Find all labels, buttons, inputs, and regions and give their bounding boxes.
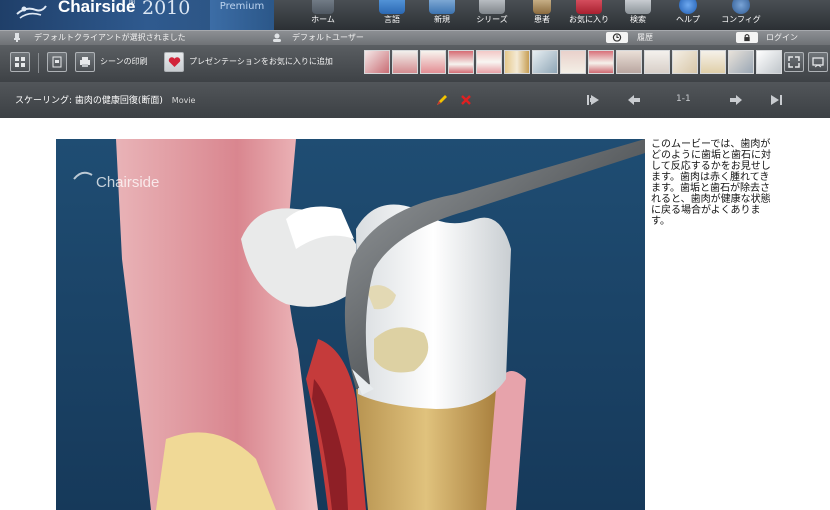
- language-icon: [379, 0, 405, 14]
- client-status: デフォルトクライアントが選択されました: [34, 33, 186, 42]
- nav-new-label: 新規: [434, 15, 450, 24]
- fit-view-icon: [15, 57, 25, 67]
- scene-type: Movie: [171, 96, 196, 105]
- presentation-icon: [812, 57, 824, 68]
- watermark-text: Chairside: [96, 174, 159, 191]
- status-bar: デフォルトクライアントが選択されました デフォルトユーザー 履歴 ログイン: [0, 30, 830, 45]
- scene-thumbnail[interactable]: [588, 50, 614, 74]
- nav-patient[interactable]: 患者: [520, 0, 564, 30]
- nav-search[interactable]: 検索: [616, 0, 660, 30]
- help-icon: [679, 0, 697, 14]
- login-label[interactable]: ログイン: [766, 31, 798, 45]
- previous-page-icon[interactable]: [626, 92, 642, 108]
- clock-icon: [612, 33, 622, 42]
- history-button[interactable]: [606, 32, 628, 43]
- scene-bar: スケーリング: 歯肉の健康回復(断面) Movie 1-1: [0, 82, 830, 118]
- user-icon: [273, 33, 281, 42]
- patient-icon: [533, 0, 551, 14]
- search-icon: [625, 0, 651, 14]
- next-page-icon[interactable]: [728, 92, 744, 108]
- nav-favorites-label: お気に入り: [569, 15, 609, 24]
- scene-thumbnail[interactable]: [616, 50, 642, 74]
- nav-patient-label: 患者: [534, 15, 550, 24]
- scene-thumbnail[interactable]: [392, 50, 418, 74]
- nav-config[interactable]: コンフィグ: [716, 0, 766, 30]
- delete-icon[interactable]: [458, 92, 474, 108]
- chairside-logo-icon: [16, 5, 47, 19]
- app-header: Chairside ® 2010 Premium ホーム 言語 新規 シリーズ …: [0, 0, 830, 30]
- nav-home-label: ホーム: [311, 15, 335, 24]
- first-page-icon[interactable]: [585, 92, 601, 108]
- nav-config-label: コンフィグ: [721, 15, 761, 24]
- scene-thumbnail[interactable]: [504, 50, 530, 74]
- print-scenes-button[interactable]: [75, 52, 95, 72]
- history-label[interactable]: 履歴: [637, 31, 653, 45]
- nav-help[interactable]: ヘルプ: [666, 0, 710, 30]
- login-button[interactable]: [736, 32, 758, 43]
- toolbar: シーンの印刷 プレゼンテーションをお気に入りに追加: [0, 45, 830, 82]
- home-icon: [312, 0, 334, 14]
- scene-content: Chairside このムービーでは、歯肉がどのように歯垢と歯石に対して反応する…: [0, 118, 830, 510]
- scene-thumbnail[interactable]: [476, 50, 502, 74]
- edit-icon[interactable]: [434, 92, 450, 108]
- add-favorite-label[interactable]: プレゼンテーションをお気に入りに追加: [189, 56, 333, 67]
- add-favorite-button[interactable]: [164, 52, 184, 72]
- chair-icon: [14, 33, 20, 42]
- print-scenes-label[interactable]: シーンの印刷: [100, 56, 148, 67]
- nav-search-label: 検索: [630, 15, 646, 24]
- fit-view-button[interactable]: [10, 52, 30, 72]
- scene-title: スケーリング: 歯肉の健康回復(断面): [15, 96, 163, 106]
- nav-language[interactable]: 言語: [370, 0, 414, 30]
- scene-thumbnail[interactable]: [700, 50, 726, 74]
- edition-badge: Premium: [210, 0, 274, 30]
- scene-description: このムービーでは、歯肉がどのように歯垢と歯石に対して反応するかをお見せします。歯…: [651, 139, 771, 227]
- slide-button[interactable]: [47, 52, 67, 72]
- scene-thumbnail[interactable]: [560, 50, 586, 74]
- last-page-icon[interactable]: [768, 92, 784, 108]
- movie-player[interactable]: Chairside: [56, 139, 645, 510]
- scene-thumbnail[interactable]: [672, 50, 698, 74]
- scene-title-row: スケーリング: 歯肉の健康回復(断面) Movie: [15, 93, 195, 106]
- page-indicator: 1-1: [676, 94, 691, 104]
- nav-help-label: ヘルプ: [676, 15, 700, 24]
- scene-thumbnail[interactable]: [756, 50, 782, 74]
- nav-language-label: 言語: [384, 15, 400, 24]
- edition-label: Premium: [219, 1, 265, 12]
- series-icon: [479, 0, 505, 14]
- favorites-icon: [576, 0, 602, 14]
- trademark-mark: ®: [128, 0, 136, 7]
- nav-series-label: シリーズ: [476, 15, 508, 24]
- printer-icon: [80, 57, 90, 67]
- scene-thumbnail[interactable]: [644, 50, 670, 74]
- scene-thumbnail[interactable]: [364, 50, 390, 74]
- scene-thumbnail[interactable]: [728, 50, 754, 74]
- heart-icon: [168, 57, 181, 67]
- nav-home[interactable]: ホーム: [300, 0, 346, 30]
- config-icon: [732, 0, 750, 14]
- fullscreen-icon: [788, 56, 800, 68]
- new-icon: [429, 0, 455, 14]
- toolbar-divider: [38, 53, 39, 73]
- brand-name: Chairside: [58, 0, 136, 16]
- gum-health-illustration: Chairside: [56, 139, 645, 510]
- document-icon: [52, 56, 62, 68]
- nav-series[interactable]: シリーズ: [470, 0, 514, 30]
- user-status: デフォルトユーザー: [292, 33, 364, 42]
- nav-new[interactable]: 新規: [420, 0, 464, 30]
- presentation-button[interactable]: [808, 52, 828, 72]
- nav-favorites[interactable]: お気に入り: [562, 0, 616, 30]
- scene-thumbnail[interactable]: [420, 50, 446, 74]
- brand-year: 2010: [142, 0, 191, 19]
- lock-icon: [744, 34, 750, 42]
- fullscreen-button[interactable]: [784, 52, 804, 72]
- logo: Chairside ® 2010: [0, 0, 210, 30]
- scene-thumbnail[interactable]: [532, 50, 558, 74]
- scene-thumbnail[interactable]: [448, 50, 474, 74]
